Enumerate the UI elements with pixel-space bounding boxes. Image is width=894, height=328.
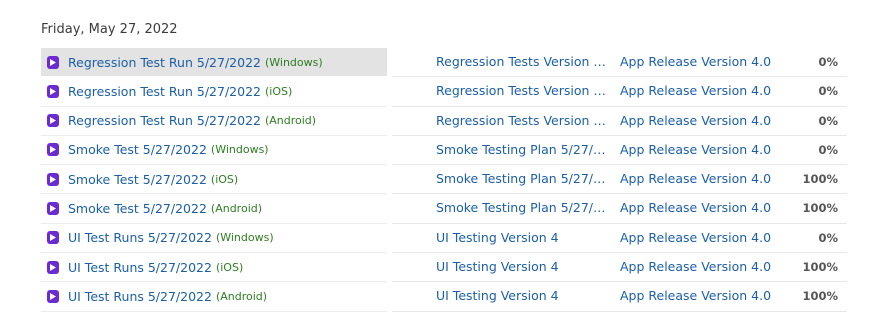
- table-row[interactable]: Smoke Test 5/27/2022 (Android) Smoke Tes…: [0, 194, 894, 224]
- progress-percent: 100%: [802, 260, 838, 275]
- platform-label: (Android): [215, 289, 268, 303]
- table-row[interactable]: Smoke Test 5/27/2022 (iOS) Smoke Testing…: [0, 165, 894, 195]
- run-name-link[interactable]: UI Test Runs 5/27/2022: [68, 289, 212, 304]
- play-icon: [47, 172, 59, 186]
- progress-percent: 0%: [818, 84, 838, 99]
- progress-percent: 0%: [818, 142, 838, 157]
- run-name-link[interactable]: Regression Test Run 5/27/2022: [68, 84, 261, 99]
- table-row[interactable]: Smoke Test 5/27/2022 (Windows) Smoke Tes…: [0, 136, 894, 166]
- release-link[interactable]: App Release Version 4.0: [620, 224, 780, 252]
- test-plan-link[interactable]: Regression Tests Version 4.0: [436, 107, 606, 135]
- table-row[interactable]: UI Test Runs 5/27/2022 (Windows) UI Test…: [0, 224, 894, 254]
- release-link[interactable]: App Release Version 4.0: [620, 107, 780, 135]
- run-name-link[interactable]: Regression Test Run 5/27/2022: [68, 113, 261, 128]
- run-name-link[interactable]: Smoke Test 5/27/2022: [68, 201, 207, 216]
- run-cell[interactable]: Smoke Test 5/27/2022 (Windows): [41, 136, 387, 164]
- test-plan-link[interactable]: UI Testing Version 4: [436, 224, 606, 252]
- run-cell[interactable]: Smoke Test 5/27/2022 (Android): [41, 194, 387, 222]
- test-plan-link[interactable]: Regression Tests Version 4.0: [436, 77, 606, 105]
- progress-percent: 0%: [818, 230, 838, 245]
- table-row[interactable]: UI Test Runs 5/27/2022 (Android) UI Test…: [0, 282, 894, 312]
- run-cell[interactable]: Regression Test Run 5/27/2022 (iOS): [41, 77, 387, 105]
- play-icon: [47, 289, 59, 303]
- run-name-link[interactable]: Smoke Test 5/27/2022: [68, 172, 207, 187]
- run-cell[interactable]: Smoke Test 5/27/2022 (iOS): [41, 165, 387, 193]
- platform-label: (iOS): [210, 172, 239, 186]
- release-link[interactable]: App Release Version 4.0: [620, 136, 780, 164]
- platform-label: (iOS): [215, 260, 244, 274]
- table-row[interactable]: Regression Test Run 5/27/2022 (Android) …: [0, 107, 894, 136]
- play-icon: [47, 84, 59, 98]
- run-name-link[interactable]: Smoke Test 5/27/2022: [68, 142, 207, 157]
- test-plan-link[interactable]: UI Testing Version 4: [436, 282, 606, 310]
- platform-label: (Android): [210, 201, 263, 215]
- run-name-link[interactable]: UI Test Runs 5/27/2022: [68, 230, 212, 245]
- play-icon: [47, 55, 59, 69]
- table-row[interactable]: Regression Test Run 5/27/2022 (iOS) Regr…: [0, 77, 894, 107]
- platform-label: (Windows): [210, 143, 269, 157]
- progress-percent: 100%: [802, 201, 838, 216]
- run-cell[interactable]: Regression Test Run 5/27/2022 (Android): [41, 107, 387, 135]
- platform-label: (Windows): [215, 231, 274, 245]
- test-run-list: Regression Test Run 5/27/2022 (Windows) …: [0, 48, 894, 312]
- platform-label: (Android): [264, 114, 317, 128]
- release-link[interactable]: App Release Version 4.0: [620, 282, 780, 310]
- progress-percent: 0%: [818, 113, 838, 128]
- row-divider: [41, 310, 387, 312]
- platform-label: (Windows): [264, 55, 323, 69]
- release-link[interactable]: App Release Version 4.0: [620, 253, 780, 281]
- release-link[interactable]: App Release Version 4.0: [620, 194, 780, 222]
- run-name-link[interactable]: Regression Test Run 5/27/2022: [68, 55, 261, 70]
- play-icon: [47, 260, 59, 274]
- test-plan-link[interactable]: UI Testing Version 4: [436, 253, 606, 281]
- run-cell[interactable]: UI Test Runs 5/27/2022 (Windows): [41, 224, 387, 252]
- row-divider: [392, 310, 847, 312]
- platform-label: (iOS): [264, 84, 293, 98]
- date-header: Friday, May 27, 2022: [41, 22, 178, 37]
- play-icon: [47, 114, 59, 128]
- progress-percent: 100%: [802, 172, 838, 187]
- release-link[interactable]: App Release Version 4.0: [620, 77, 780, 105]
- play-icon: [47, 231, 59, 245]
- table-row[interactable]: Regression Test Run 5/27/2022 (Windows) …: [0, 48, 894, 78]
- progress-percent: 100%: [802, 289, 838, 304]
- test-plan-link[interactable]: Smoke Testing Plan 5/27/2022: [436, 136, 606, 164]
- play-icon: [47, 143, 59, 157]
- run-cell[interactable]: Regression Test Run 5/27/2022 (Windows): [41, 48, 387, 76]
- test-plan-link[interactable]: Smoke Testing Plan 5/27/2022: [436, 194, 606, 222]
- release-link[interactable]: App Release Version 4.0: [620, 165, 780, 193]
- run-cell[interactable]: UI Test Runs 5/27/2022 (iOS): [41, 253, 387, 281]
- test-plan-link[interactable]: Regression Tests Version 4.0: [436, 48, 606, 76]
- play-icon: [47, 201, 59, 215]
- table-row[interactable]: UI Test Runs 5/27/2022 (iOS) UI Testing …: [0, 253, 894, 283]
- run-name-link[interactable]: UI Test Runs 5/27/2022: [68, 260, 212, 275]
- test-plan-link[interactable]: Smoke Testing Plan 5/27/2022: [436, 165, 606, 193]
- progress-percent: 0%: [818, 55, 838, 69]
- run-cell[interactable]: UI Test Runs 5/27/2022 (Android): [41, 282, 387, 310]
- release-link[interactable]: App Release Version 4.0: [620, 48, 780, 76]
